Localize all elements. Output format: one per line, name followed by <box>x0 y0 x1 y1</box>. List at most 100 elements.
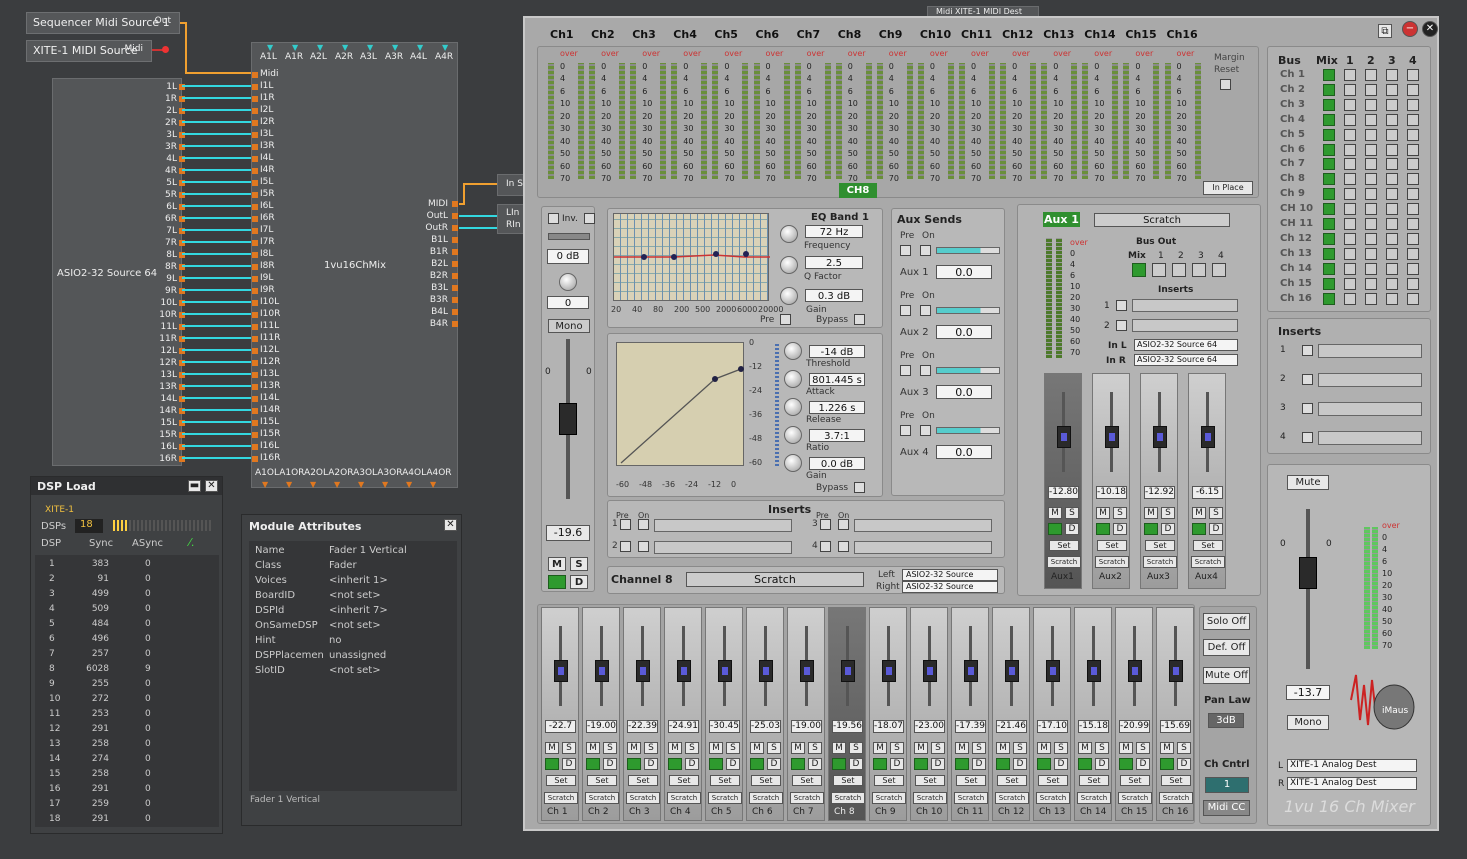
attr-value[interactable]: <not set> <box>329 590 381 601</box>
bus-route-toggle[interactable] <box>1407 277 1419 290</box>
eq-gain-field[interactable]: 0.3 dB <box>805 289 863 302</box>
enable-button[interactable] <box>1144 523 1158 535</box>
insert-slot[interactable] <box>854 541 992 554</box>
aux-on-checkbox[interactable] <box>920 425 931 436</box>
channel-fader-value[interactable]: -23.00 <box>914 720 945 733</box>
percent-toggle-icon[interactable]: ⁄. <box>189 536 194 549</box>
defeat-button[interactable]: D <box>767 758 781 770</box>
bus-route-toggle[interactable] <box>1386 143 1398 156</box>
scratch-button[interactable]: Scratch <box>667 792 701 804</box>
mixer-out-pin[interactable] <box>452 249 458 255</box>
solo-button[interactable]: S <box>931 742 945 754</box>
bottom-pin-icon[interactable]: ▼ <box>382 480 388 489</box>
top-pin-icon[interactable]: ▼ <box>267 43 273 52</box>
mixer-in-pin[interactable] <box>252 360 258 366</box>
mute-button[interactable]: M <box>1048 507 1062 519</box>
channel-fader-value[interactable]: -20.99 <box>1119 720 1150 733</box>
defeat-button[interactable]: D <box>644 758 658 770</box>
enable-button[interactable] <box>955 758 969 770</box>
top-pin-icon[interactable]: ▼ <box>292 43 298 52</box>
pan-field[interactable]: 0 <box>547 296 589 309</box>
solo-button[interactable]: S <box>1209 507 1223 519</box>
channel-name-4[interactable]: Ch4 <box>673 28 697 41</box>
bottom-pin-icon[interactable]: ▼ <box>430 480 436 489</box>
fader-knob[interactable] <box>554 660 568 682</box>
set-button[interactable]: Set <box>710 775 740 786</box>
channel-name-12[interactable]: Ch12 <box>1002 28 1033 41</box>
attr-value[interactable]: Fader 1 Vertical <box>329 545 407 556</box>
mute-button[interactable]: M <box>1037 742 1051 754</box>
eq-pre-checkbox[interactable] <box>780 314 791 325</box>
bus-route-toggle[interactable] <box>1344 277 1356 290</box>
solo-button[interactable]: S <box>1054 742 1068 754</box>
fader-knob[interactable] <box>800 660 814 682</box>
mute-button[interactable]: M <box>832 742 846 754</box>
mixer-in-pin[interactable] <box>252 372 258 378</box>
bottom-pin-icon[interactable]: ▼ <box>406 480 412 489</box>
mixer-out-pin[interactable] <box>452 321 458 327</box>
bus-route-toggle[interactable] <box>1365 158 1377 171</box>
insert-pre-checkbox[interactable] <box>620 541 631 552</box>
scratch-button[interactable]: Scratch <box>749 792 783 804</box>
insert-on-checkbox[interactable] <box>838 541 849 552</box>
mixer-in-pin[interactable] <box>252 240 258 246</box>
mixer-in-pin[interactable] <box>252 300 258 306</box>
fader-knob[interactable] <box>1087 660 1101 682</box>
aux-pre-checkbox[interactable] <box>900 245 911 256</box>
aux-send-slider[interactable] <box>936 427 1000 434</box>
bus-route-toggle[interactable] <box>1365 247 1377 260</box>
insert-slot[interactable] <box>654 541 792 554</box>
aux-fader-value[interactable]: -6.15 <box>1192 486 1223 499</box>
bus-mix-toggle[interactable] <box>1323 173 1335 186</box>
channel-fader-strip[interactable]: -15.18 M S D Set Scratch Ch 14 <box>1074 607 1112 821</box>
channel-fader-value[interactable]: -30.45 <box>709 720 740 733</box>
bus-mix-toggle[interactable] <box>1323 203 1335 216</box>
channel-fader-value[interactable]: -19.56 <box>832 720 863 733</box>
aux-pre-checkbox[interactable] <box>900 305 911 316</box>
channel-name-14[interactable]: Ch14 <box>1084 28 1115 41</box>
minimize-icon[interactable]: − <box>1402 21 1418 37</box>
set-button[interactable]: Set <box>1097 540 1127 551</box>
channel-fader-value[interactable]: -25.03 <box>750 720 781 733</box>
scratch-button[interactable]: Scratch <box>1118 792 1152 804</box>
scratch-button[interactable]: Scratch <box>708 792 742 804</box>
mixer-window[interactable]: Ch1 Ch2 Ch3 Ch4 Ch5 Ch6 Ch7 Ch8 Ch9 Ch10 Ch11 Ch12 C… <box>523 16 1439 831</box>
defeat-button[interactable]: D <box>1177 758 1191 770</box>
channel-name-6[interactable]: Ch6 <box>756 28 780 41</box>
master-insert-checkbox[interactable] <box>1302 432 1313 443</box>
scratch-button[interactable]: Scratch <box>913 792 947 804</box>
channel-fader-value[interactable]: -21.46 <box>996 720 1027 733</box>
bus-mix-toggle[interactable] <box>1323 277 1335 290</box>
channel-name-8[interactable]: Ch8 <box>838 28 862 41</box>
mixer-in-pin[interactable] <box>252 252 258 258</box>
minimize-icon[interactable]: ▬ <box>188 480 201 492</box>
bus-route-toggle[interactable] <box>1365 188 1377 201</box>
solo-button[interactable]: S <box>644 742 658 754</box>
defeat-button[interactable]: D <box>849 758 863 770</box>
channel-fader-strip[interactable]: -25.03 M S D Set Scratch Ch 6 <box>746 607 784 821</box>
master-fader-value[interactable]: -13.7 <box>1286 685 1330 700</box>
aux-fader-strip[interactable]: -10.18 M S D Set Scratch Aux2 <box>1092 373 1130 589</box>
channel-fader-value[interactable]: -17.39 <box>955 720 986 733</box>
aux-on-checkbox[interactable] <box>920 365 931 376</box>
eq-freq-field[interactable]: 72 Hz <box>805 225 863 238</box>
gain-field[interactable]: 0 dB <box>547 249 589 264</box>
defeat-button[interactable]: D <box>890 758 904 770</box>
channel-name-5[interactable]: Ch5 <box>714 28 738 41</box>
fader-knob[interactable] <box>636 660 650 682</box>
set-button[interactable]: Set <box>1120 775 1150 786</box>
channel-fader-strip[interactable]: -18.07 M S D Set Scratch Ch 9 <box>869 607 907 821</box>
bus-route-toggle[interactable] <box>1407 292 1419 305</box>
mixer-in-pin[interactable] <box>252 84 258 90</box>
master-insert-slot[interactable] <box>1318 373 1422 387</box>
bus-route-toggle[interactable] <box>1365 113 1377 126</box>
bus-route-toggle[interactable] <box>1365 143 1377 156</box>
master-insert-checkbox[interactable] <box>1302 403 1313 414</box>
ratio-knob[interactable] <box>784 426 802 444</box>
scratch-button[interactable]: Scratch <box>544 792 578 804</box>
bus-mix-toggle[interactable] <box>1323 113 1335 126</box>
bus-route-toggle[interactable] <box>1344 69 1356 81</box>
channel-fader-strip[interactable]: -15.69 M S D Set Scratch Ch 16 <box>1156 607 1194 821</box>
top-pin-icon[interactable]: ▼ <box>317 43 323 52</box>
bus-route-toggle[interactable] <box>1407 247 1419 260</box>
